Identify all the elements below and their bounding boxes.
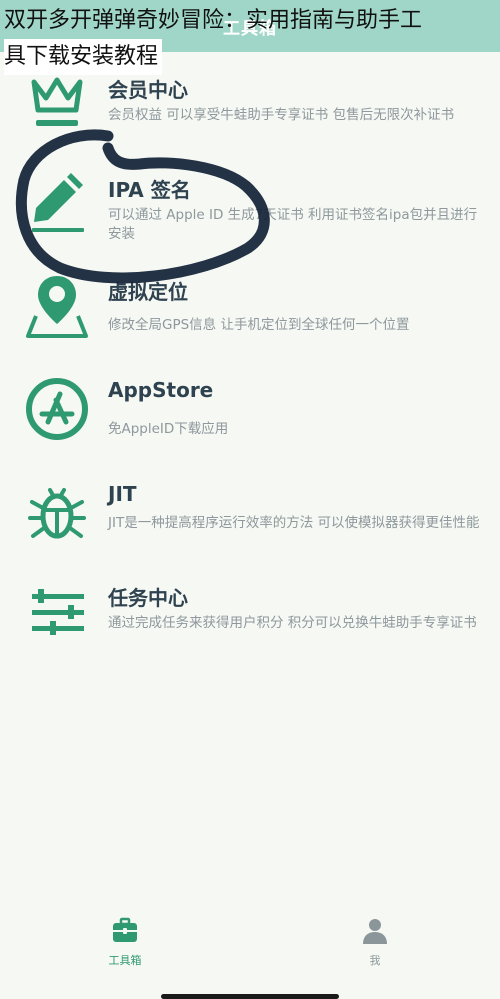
item-description: JIT是一种提高程序运行效率的方法 可以使模拟器获得更佳性能 (108, 515, 480, 531)
item-title: AppStore (108, 378, 214, 402)
tab-label: 我 (369, 954, 381, 967)
user-icon (363, 919, 387, 944)
item-description: 会员权益 可以享受牛蛙助手专享证书 包售后无限次补证书 (108, 107, 455, 123)
list-item-jit[interactable]: JIT JIT是一种提高程序运行效率的方法 可以使模拟器获得更佳性能 (0, 476, 500, 576)
item-description: 通过完成任务来获得用户积分 积分可以兑换牛蛙助手专享证书 (108, 615, 477, 631)
tab-toolbox[interactable]: 工具箱 (85, 916, 165, 976)
pencil-icon (24, 170, 90, 236)
article-title-line1: 双开多开弹弹奇妙冒险：实用指南与助手工 (4, 8, 423, 33)
list-item-virtual-location[interactable]: 虚拟定位 修改全局GPS信息 让手机定位到全球任何一个位置 (0, 270, 500, 370)
item-title: JIT (108, 482, 137, 506)
list-item-task-center[interactable]: 任务中心 通过完成任务来获得用户积分 积分可以兑换牛蛙助手专享证书 (0, 578, 500, 678)
item-description: 可以通过 Apple ID 生成7天证书 利用证书签名ipa包并且进行安装 (108, 207, 478, 242)
article-title: 双开多开弹弹奇妙冒险：实用指南与助手工 具下载安装教程 (4, 3, 500, 75)
list-item-member-center[interactable]: 会员中心 会员权益 可以享受牛蛙助手专享证书 包售后无限次补证书 (0, 62, 500, 162)
crown-icon (24, 68, 90, 134)
item-title: IPA 签名 (108, 178, 191, 202)
article-title-line2: 具下载安装教程 (4, 39, 163, 75)
tab-label: 工具箱 (108, 954, 142, 967)
toolbox-icon (113, 917, 137, 942)
item-description: 修改全局GPS信息 让手机定位到全球任何一个位置 (108, 317, 410, 333)
bug-icon (24, 480, 90, 546)
item-title: 任务中心 (108, 586, 188, 610)
item-title: 会员中心 (108, 78, 188, 102)
item-title: 虚拟定位 (108, 280, 188, 304)
item-description: 免AppleID下载应用 (108, 421, 229, 437)
appstore-icon (24, 376, 90, 442)
list-item-ipa-sign[interactable]: IPA 签名 可以通过 Apple ID 生成7天证书 利用证书签名ipa包并且… (0, 166, 500, 266)
sliders-icon (24, 580, 90, 646)
location-pin-icon (24, 272, 90, 338)
tab-bar: 工具箱 我 (0, 900, 500, 999)
home-indicator (161, 994, 339, 999)
tab-me[interactable]: 我 (335, 916, 415, 976)
list-item-appstore[interactable]: AppStore 免AppleID下载应用 (0, 374, 500, 474)
